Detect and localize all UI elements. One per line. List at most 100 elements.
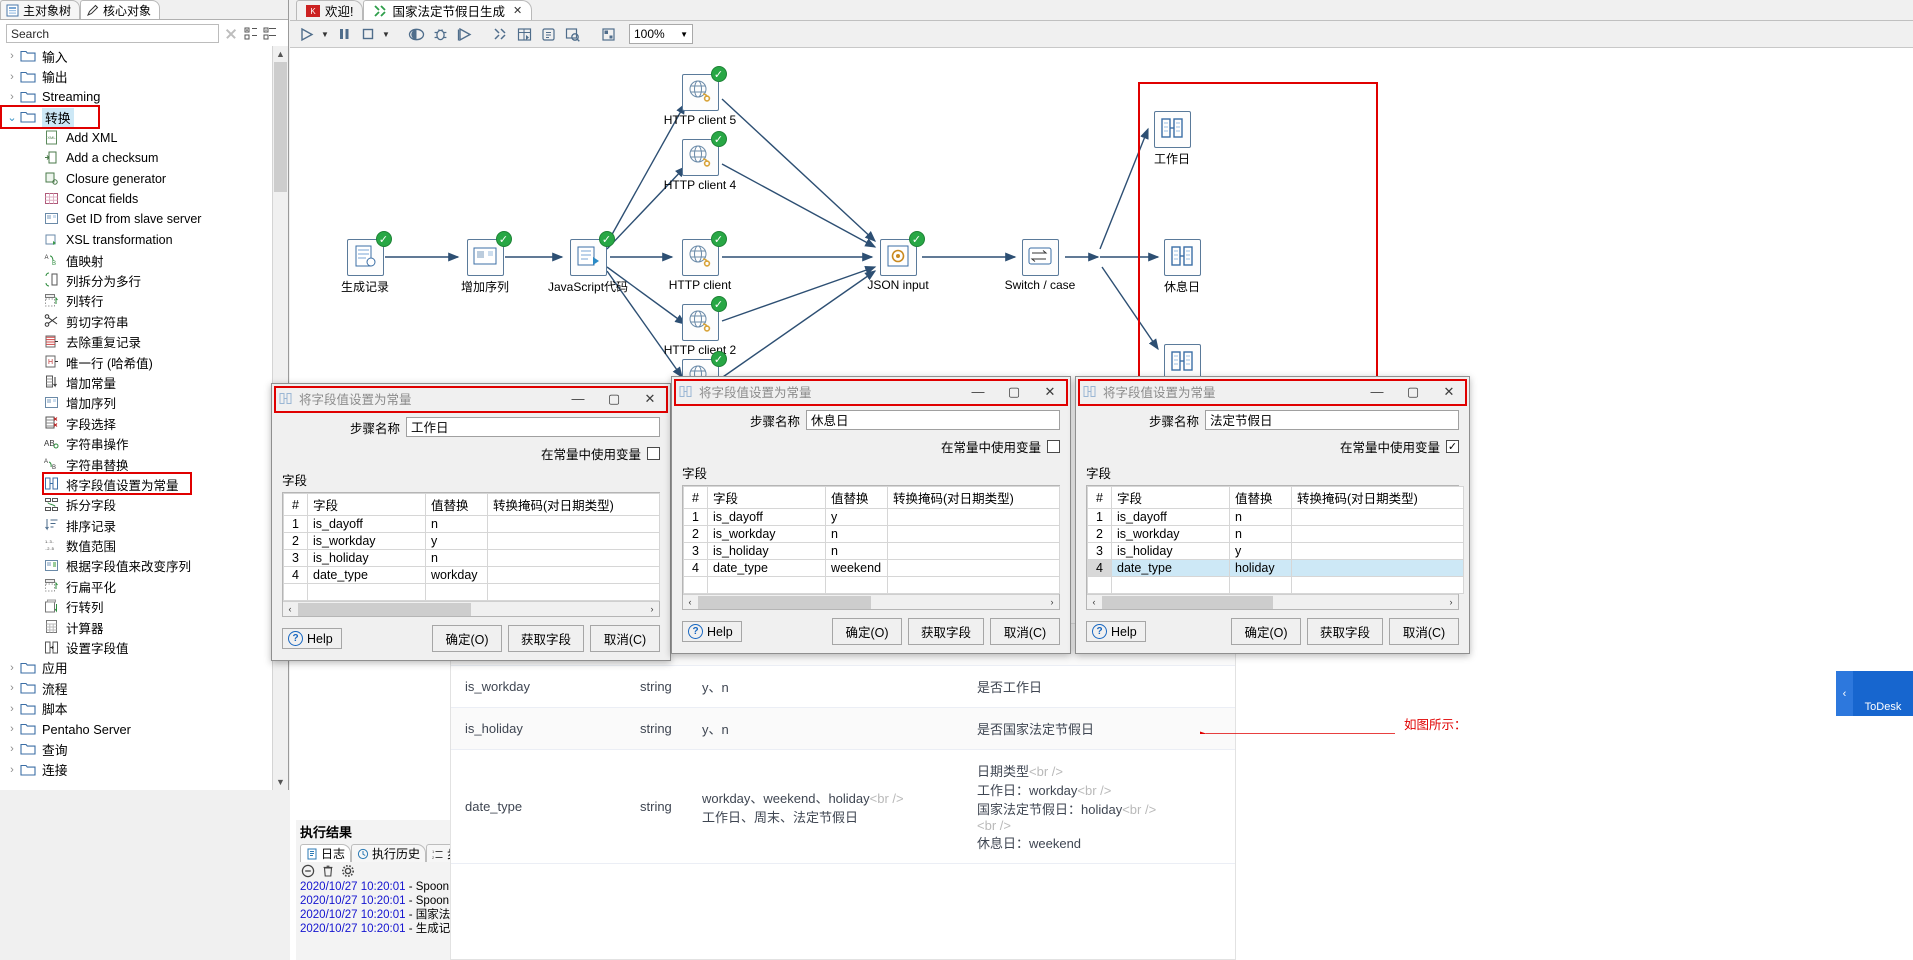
tab-core-objects[interactable]: 核心对象 [80, 0, 161, 19]
step-icon-box[interactable]: ✓ [346, 231, 392, 276]
scroll-left-icon[interactable]: ‹ [683, 597, 697, 607]
step-icon-box[interactable] [1021, 239, 1059, 276]
canvas-step-restday[interactable]: 休息日 [1142, 239, 1222, 295]
tree-item-folder[interactable]: › Streaming [0, 87, 272, 107]
chevron-right-icon[interactable]: › [4, 703, 20, 715]
help-button[interactable]: ? Help [682, 621, 742, 642]
hscroll-thumb[interactable] [298, 602, 471, 616]
chevron-right-icon[interactable]: › [4, 50, 20, 62]
fields-table-row[interactable]: 2 is_workday n [683, 525, 1060, 543]
canvas-step-http-4[interactable]: ✓ HTTP client 4 [660, 131, 740, 192]
cell-replace-value[interactable]: y [825, 508, 888, 526]
cell-field[interactable]: is_workday [1111, 525, 1230, 543]
fields-table-row[interactable]: 2 is_workday n [1087, 525, 1464, 543]
fields-table-row[interactable]: 1 is_dayoff y [683, 508, 1060, 526]
cell-conversion-mask[interactable] [887, 508, 1060, 526]
step-icon-box[interactable] [1163, 239, 1201, 276]
tree-item-step[interactable]: 行扁平化 [0, 576, 272, 596]
tree-item-folder[interactable]: › 应用 [0, 658, 272, 678]
cell-field[interactable]: date_type [1111, 559, 1230, 577]
tree-item-step[interactable]: 计算器 [0, 617, 272, 637]
ok-button[interactable]: 确定(O) [1230, 618, 1301, 645]
tree-item-step[interactable]: 去除重复记录 [0, 331, 272, 351]
tree-item-step[interactable]: 排序记录 [0, 515, 272, 535]
canvas-step-gen-records[interactable]: ✓ 生成记录 [325, 231, 405, 295]
tree-item-step[interactable]: 增加序列 [0, 393, 272, 413]
todesk-collapse-handle[interactable]: ‹ [1836, 671, 1853, 716]
run-options-dropdown[interactable]: ▼ [320, 30, 330, 39]
cell-replace-value[interactable] [425, 583, 488, 601]
collapse-all-icon[interactable] [262, 26, 278, 42]
cell-conversion-mask[interactable] [487, 549, 660, 567]
maximize-button[interactable]: ▢ [596, 385, 632, 413]
pause-button[interactable] [333, 24, 354, 45]
fields-table-wrapper[interactable]: # 字段 值替换 转换掩码(对日期类型) 1 is_dayoff n 2 is_workday y… [282, 492, 660, 617]
scroll-right-icon[interactable]: › [645, 604, 659, 614]
cell-replace-value[interactable]: y [1229, 542, 1292, 560]
hscroll-track[interactable] [872, 596, 1045, 609]
canvas-step-workday[interactable]: 工作日 [1132, 111, 1212, 167]
tree-item-step[interactable]: A B 值映射 [0, 250, 272, 270]
cell-field[interactable]: is_holiday [1111, 542, 1230, 560]
step-name-input[interactable]: 法定节假日 [1205, 410, 1459, 430]
align-button[interactable] [598, 24, 619, 45]
hscroll-track[interactable] [1274, 596, 1445, 609]
tree-item-step[interactable]: 字段选择 [0, 413, 272, 433]
expand-all-icon[interactable] [243, 26, 259, 42]
fields-table-row[interactable] [1087, 576, 1464, 594]
tab-main-object-tree[interactable]: 主对象树 [0, 0, 81, 19]
cell-field[interactable]: is_dayoff [707, 508, 826, 526]
step-icon-box[interactable] [1153, 111, 1191, 148]
fields-table-row[interactable]: 3 is_holiday y [1087, 542, 1464, 560]
maximize-button[interactable]: ▢ [996, 378, 1032, 406]
scroll-up-icon[interactable]: ▲ [273, 46, 288, 62]
chevron-right-icon[interactable]: › [4, 723, 20, 735]
dialog-set-field-value-to-constant[interactable]: 将字段值设置为常量 — ▢ ✕ 步骤名称 工作日 在常量中使用变量 字段 # 字段 值替换 转换掩码(… [271, 383, 671, 661]
tree-item-step[interactable]: A B 字符串替换 [0, 454, 272, 474]
cell-replace-value[interactable]: n [1229, 508, 1292, 526]
minimize-button[interactable]: — [960, 378, 996, 406]
cell-conversion-mask[interactable] [1291, 508, 1464, 526]
canvas-step-javascript[interactable]: ✓ JavaScript代码 [548, 231, 628, 295]
core-objects-tree[interactable]: › 输入 › 输出 › Streaming ⌄ 转换 XML Add XML Add a check… [0, 46, 272, 790]
todesk-widget[interactable]: ToDesk [1853, 671, 1913, 716]
cell-replace-value[interactable] [1229, 576, 1292, 594]
chevron-right-icon[interactable]: › [4, 91, 20, 103]
canvas-step-add-sequence[interactable]: ✓ 增加序列 [445, 231, 525, 295]
debug-button[interactable] [430, 24, 451, 45]
canvas-step-http-5[interactable]: ✓ HTTP client 5 [660, 66, 740, 127]
replay-button[interactable] [454, 24, 475, 45]
canvas-step-switch-case[interactable]: Switch / case [1000, 239, 1080, 292]
gear-icon[interactable] [341, 864, 355, 878]
cell-replace-value[interactable]: n [825, 525, 888, 543]
tree-item-folder[interactable]: › 连接 [0, 760, 272, 780]
cancel-button[interactable]: 取消(C) [1389, 618, 1459, 645]
tree-item-folder[interactable]: › 脚本 [0, 699, 272, 719]
fields-table-wrapper[interactable]: # 字段 值替换 转换掩码(对日期类型) 1 is_dayoff y 2 is_workday n… [682, 485, 1060, 610]
step-icon-box[interactable]: ✓ [569, 231, 615, 276]
preview-button[interactable] [406, 24, 427, 45]
cell-conversion-mask[interactable] [887, 576, 1060, 594]
scroll-left-icon[interactable]: ‹ [283, 604, 297, 614]
tab-welcome[interactable]: K 欢迎! [296, 0, 364, 20]
scroll-right-icon[interactable]: › [1045, 597, 1059, 607]
fields-table-row[interactable] [683, 576, 1060, 594]
get-fields-button[interactable]: 获取字段 [907, 618, 984, 645]
cell-replace-value[interactable]: holiday [1229, 559, 1292, 577]
scroll-right-icon[interactable]: › [1444, 597, 1458, 607]
clear-search-icon[interactable] [222, 25, 240, 43]
cell-conversion-mask[interactable] [887, 542, 1060, 560]
tree-item-folder[interactable]: ⌄ 转换 [0, 107, 272, 127]
cell-field[interactable]: is_holiday [707, 542, 826, 560]
tree-item-folder[interactable]: › 输入 [0, 46, 272, 66]
chevron-right-icon[interactable]: › [4, 682, 20, 694]
dialog-titlebar[interactable]: 将字段值设置为常量 — ▢ ✕ [672, 377, 1070, 406]
help-button[interactable]: ? Help [282, 628, 342, 649]
use-variable-checkbox[interactable]: ✓ [1446, 440, 1459, 453]
cell-replace-value[interactable]: n [825, 542, 888, 560]
fields-table-row[interactable]: 3 is_holiday n [283, 549, 660, 567]
cell-replace-value[interactable]: weekend [825, 559, 888, 577]
fields-table-row[interactable]: 4 date_type workday [283, 566, 660, 584]
cell-conversion-mask[interactable] [487, 566, 660, 584]
chevron-down-icon[interactable]: ⌄ [4, 111, 20, 124]
